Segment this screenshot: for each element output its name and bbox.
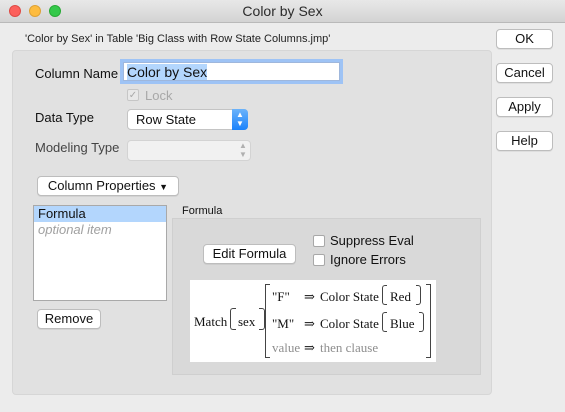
modeling-type-label: Modeling Type <box>35 140 120 155</box>
dropdown-triangle-icon: ▼ <box>159 182 169 192</box>
formula-match-arg: sex <box>238 314 256 329</box>
window-title: Color by Sex <box>242 3 323 19</box>
color-state-close-paren <box>419 312 424 332</box>
color-value-blue: Blue <box>390 316 415 331</box>
color-state-open-paren <box>382 312 387 332</box>
column-name-input[interactable]: Color by Sex <box>123 62 340 81</box>
data-type-select[interactable]: Row State ▲ ▼ <box>127 109 248 130</box>
match-open-paren <box>230 308 236 330</box>
ignore-errors-checkbox[interactable] <box>313 254 325 266</box>
implies-arrow: ⇒ <box>304 340 315 355</box>
list-item-placeholder: optional item <box>38 222 112 237</box>
apply-button[interactable]: Apply <box>496 97 553 117</box>
clause-open-bracket <box>265 284 270 358</box>
color-state-fn: Color State <box>320 316 379 331</box>
suppress-eval-checkbox[interactable] <box>313 235 325 247</box>
color-state-fn: Color State <box>320 289 379 304</box>
column-name-label: Column Name <box>35 66 119 81</box>
ok-button[interactable]: OK <box>496 29 553 49</box>
implies-arrow: ⇒ <box>304 316 315 331</box>
match-key-f: "F" <box>272 289 290 304</box>
color-value-red: Red <box>390 289 411 304</box>
data-type-value: Row State <box>136 112 196 127</box>
help-button[interactable]: Help <box>496 131 553 151</box>
cancel-button[interactable]: Cancel <box>496 63 553 83</box>
updown-chevron-icon: ▲ ▼ <box>239 141 247 159</box>
edit-formula-button[interactable]: Edit Formula <box>203 244 296 264</box>
lock-label: Lock <box>145 88 173 103</box>
modeling-type-select[interactable]: ▲ ▼ <box>127 140 251 161</box>
column-properties-list[interactable]: Formula optional item <box>33 205 167 301</box>
data-type-label: Data Type <box>35 110 95 125</box>
list-item[interactable]: Formula <box>34 206 166 222</box>
ignore-errors-label: Ignore Errors <box>330 252 406 267</box>
formula-match-keyword: Match <box>194 314 228 329</box>
column-name-value: Color by Sex <box>127 64 208 80</box>
title-bar: Color by Sex <box>0 0 565 23</box>
lock-checkbox[interactable]: ✓ <box>127 89 139 101</box>
updown-chevron-icon: ▲ ▼ <box>232 109 248 130</box>
else-key: value <box>272 340 301 355</box>
clause-close-bracket <box>426 284 431 358</box>
color-state-close-paren <box>416 285 421 305</box>
formula-section-label: Formula <box>182 205 223 217</box>
remove-button[interactable]: Remove <box>37 309 101 329</box>
dialog-window: Color by Sex 'Color by Sex' in Table 'Bi… <box>0 0 565 412</box>
color-state-open-paren <box>382 285 387 305</box>
column-properties-button[interactable]: Column Properties ▼ <box>37 176 179 196</box>
else-clause: then clause <box>320 340 379 355</box>
formula-display: Match sex "F" ⇒ Color State Red "M" ⇒ Co… <box>190 280 436 362</box>
implies-arrow: ⇒ <box>304 289 315 304</box>
column-properties-label: Column Properties <box>47 178 156 193</box>
match-key-m: "M" <box>272 316 295 331</box>
column-context-label: 'Color by Sex' in Table 'Big Class with … <box>25 33 331 45</box>
suppress-eval-label: Suppress Eval <box>330 233 414 248</box>
